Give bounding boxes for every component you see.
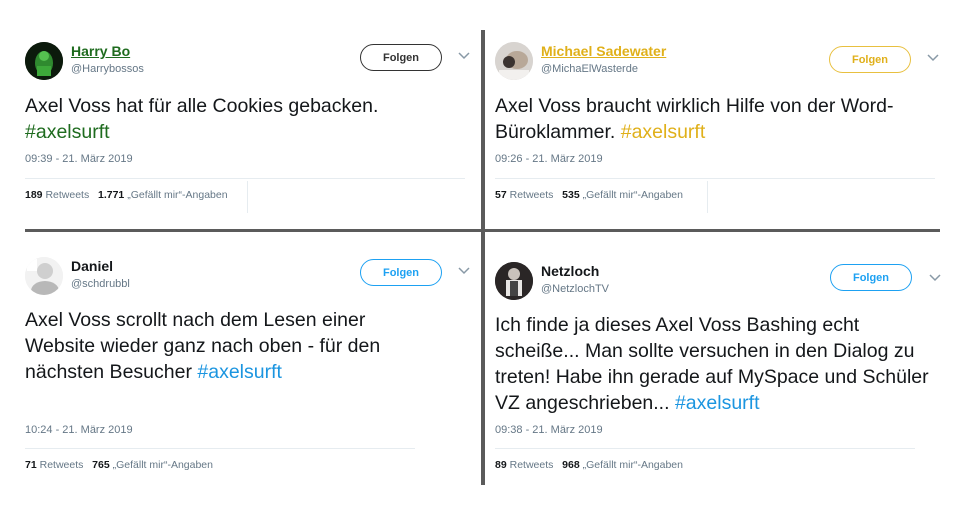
- separator: [495, 448, 915, 449]
- chevron-down-icon[interactable]: [458, 52, 470, 60]
- tweet-stats: 189 Retweets 1.771 „Gefällt mir“-Angaben: [25, 181, 248, 213]
- tweet-daniel: Daniel @schdrubbl Folgen Axel Voss scrol…: [25, 257, 475, 482]
- timestamp[interactable]: 10:24 - 21. März 2019: [25, 424, 133, 436]
- retweet-count[interactable]: 89: [495, 459, 507, 471]
- tweet-text: Ich finde ja dieses Axel Voss Bashing ec…: [495, 312, 935, 416]
- like-count[interactable]: 765: [92, 459, 110, 471]
- tweet-netzloch: Netzloch @NetzlochTV Folgen Ich finde ja…: [495, 262, 945, 482]
- timestamp[interactable]: 09:26 - 21. März 2019: [495, 153, 603, 165]
- like-label[interactable]: „Gefällt mir“-Angaben: [113, 459, 213, 471]
- retweet-count[interactable]: 189: [25, 189, 43, 201]
- user-handle[interactable]: @MichaElWasterde: [541, 63, 638, 75]
- chevron-down-icon[interactable]: [927, 54, 939, 62]
- retweet-label[interactable]: Retweets: [510, 459, 554, 471]
- separator: [25, 178, 465, 179]
- tweet-body: Axel Voss hat für alle Cookies gebacken.: [25, 95, 379, 117]
- retweet-label[interactable]: Retweets: [510, 189, 554, 201]
- stats-divider: [247, 181, 248, 213]
- tweet-text: Axel Voss hat für alle Cookies gebacken.…: [25, 93, 465, 145]
- avatar[interactable]: [25, 42, 63, 80]
- hashtag-link[interactable]: #axelsurft: [197, 361, 282, 383]
- retweet-label[interactable]: Retweets: [45, 189, 89, 201]
- follow-button[interactable]: Folgen: [360, 44, 442, 71]
- separator: [25, 448, 415, 449]
- tweet-stats: 89 Retweets 968 „Gefällt mir“-Angaben: [495, 459, 683, 471]
- tweet-text: Axel Voss braucht wirklich Hilfe von der…: [495, 93, 940, 145]
- follow-button[interactable]: Folgen: [829, 46, 911, 73]
- like-label[interactable]: „Gefällt mir“-Angaben: [583, 189, 683, 201]
- retweet-count[interactable]: 57: [495, 189, 507, 201]
- tweet-michael-sadewater: Michael Sadewater @MichaElWasterde Folge…: [495, 42, 945, 217]
- horizontal-divider: [25, 229, 940, 232]
- chevron-down-icon[interactable]: [929, 274, 941, 282]
- hashtag-link[interactable]: #axelsurft: [675, 392, 760, 414]
- hashtag-link[interactable]: #axelsurft: [25, 121, 110, 143]
- follow-button[interactable]: Folgen: [830, 264, 912, 291]
- like-label[interactable]: „Gefällt mir“-Angaben: [127, 189, 227, 201]
- avatar[interactable]: [25, 257, 63, 295]
- user-handle[interactable]: @Harrybossos: [71, 63, 144, 75]
- avatar[interactable]: [495, 42, 533, 80]
- timestamp[interactable]: 09:38 - 21. März 2019: [495, 424, 603, 436]
- user-handle[interactable]: @NetzlochTV: [541, 283, 609, 295]
- like-count[interactable]: 968: [562, 459, 580, 471]
- like-label[interactable]: „Gefällt mir“-Angaben: [583, 459, 683, 471]
- like-count[interactable]: 1.771: [98, 189, 124, 201]
- like-count[interactable]: 535: [562, 189, 580, 201]
- tweet-harry-bo: Harry Bo @Harrybossos Folgen Axel Voss h…: [25, 42, 475, 217]
- display-name[interactable]: Netzloch: [541, 263, 599, 279]
- retweet-count[interactable]: 71: [25, 459, 37, 471]
- avatar[interactable]: [495, 262, 533, 300]
- follow-button[interactable]: Folgen: [360, 259, 442, 286]
- chevron-down-icon[interactable]: [458, 267, 470, 275]
- user-handle[interactable]: @schdrubbl: [71, 278, 130, 290]
- retweet-label[interactable]: Retweets: [40, 459, 84, 471]
- hashtag-link[interactable]: #axelsurft: [621, 121, 706, 143]
- display-name[interactable]: Michael Sadewater: [541, 43, 666, 59]
- vertical-divider: [481, 30, 485, 485]
- tweet-stats: 71 Retweets 765 „Gefällt mir“-Angaben: [25, 459, 213, 471]
- tweet-text: Axel Voss scrollt nach dem Lesen einer W…: [25, 307, 435, 385]
- timestamp[interactable]: 09:39 - 21. März 2019: [25, 153, 133, 165]
- tweet-stats: 57 Retweets 535 „Gefällt mir“-Angaben: [495, 181, 708, 213]
- stats-divider: [707, 181, 708, 213]
- separator: [495, 178, 935, 179]
- display-name[interactable]: Harry Bo: [71, 43, 130, 59]
- display-name[interactable]: Daniel: [71, 258, 113, 274]
